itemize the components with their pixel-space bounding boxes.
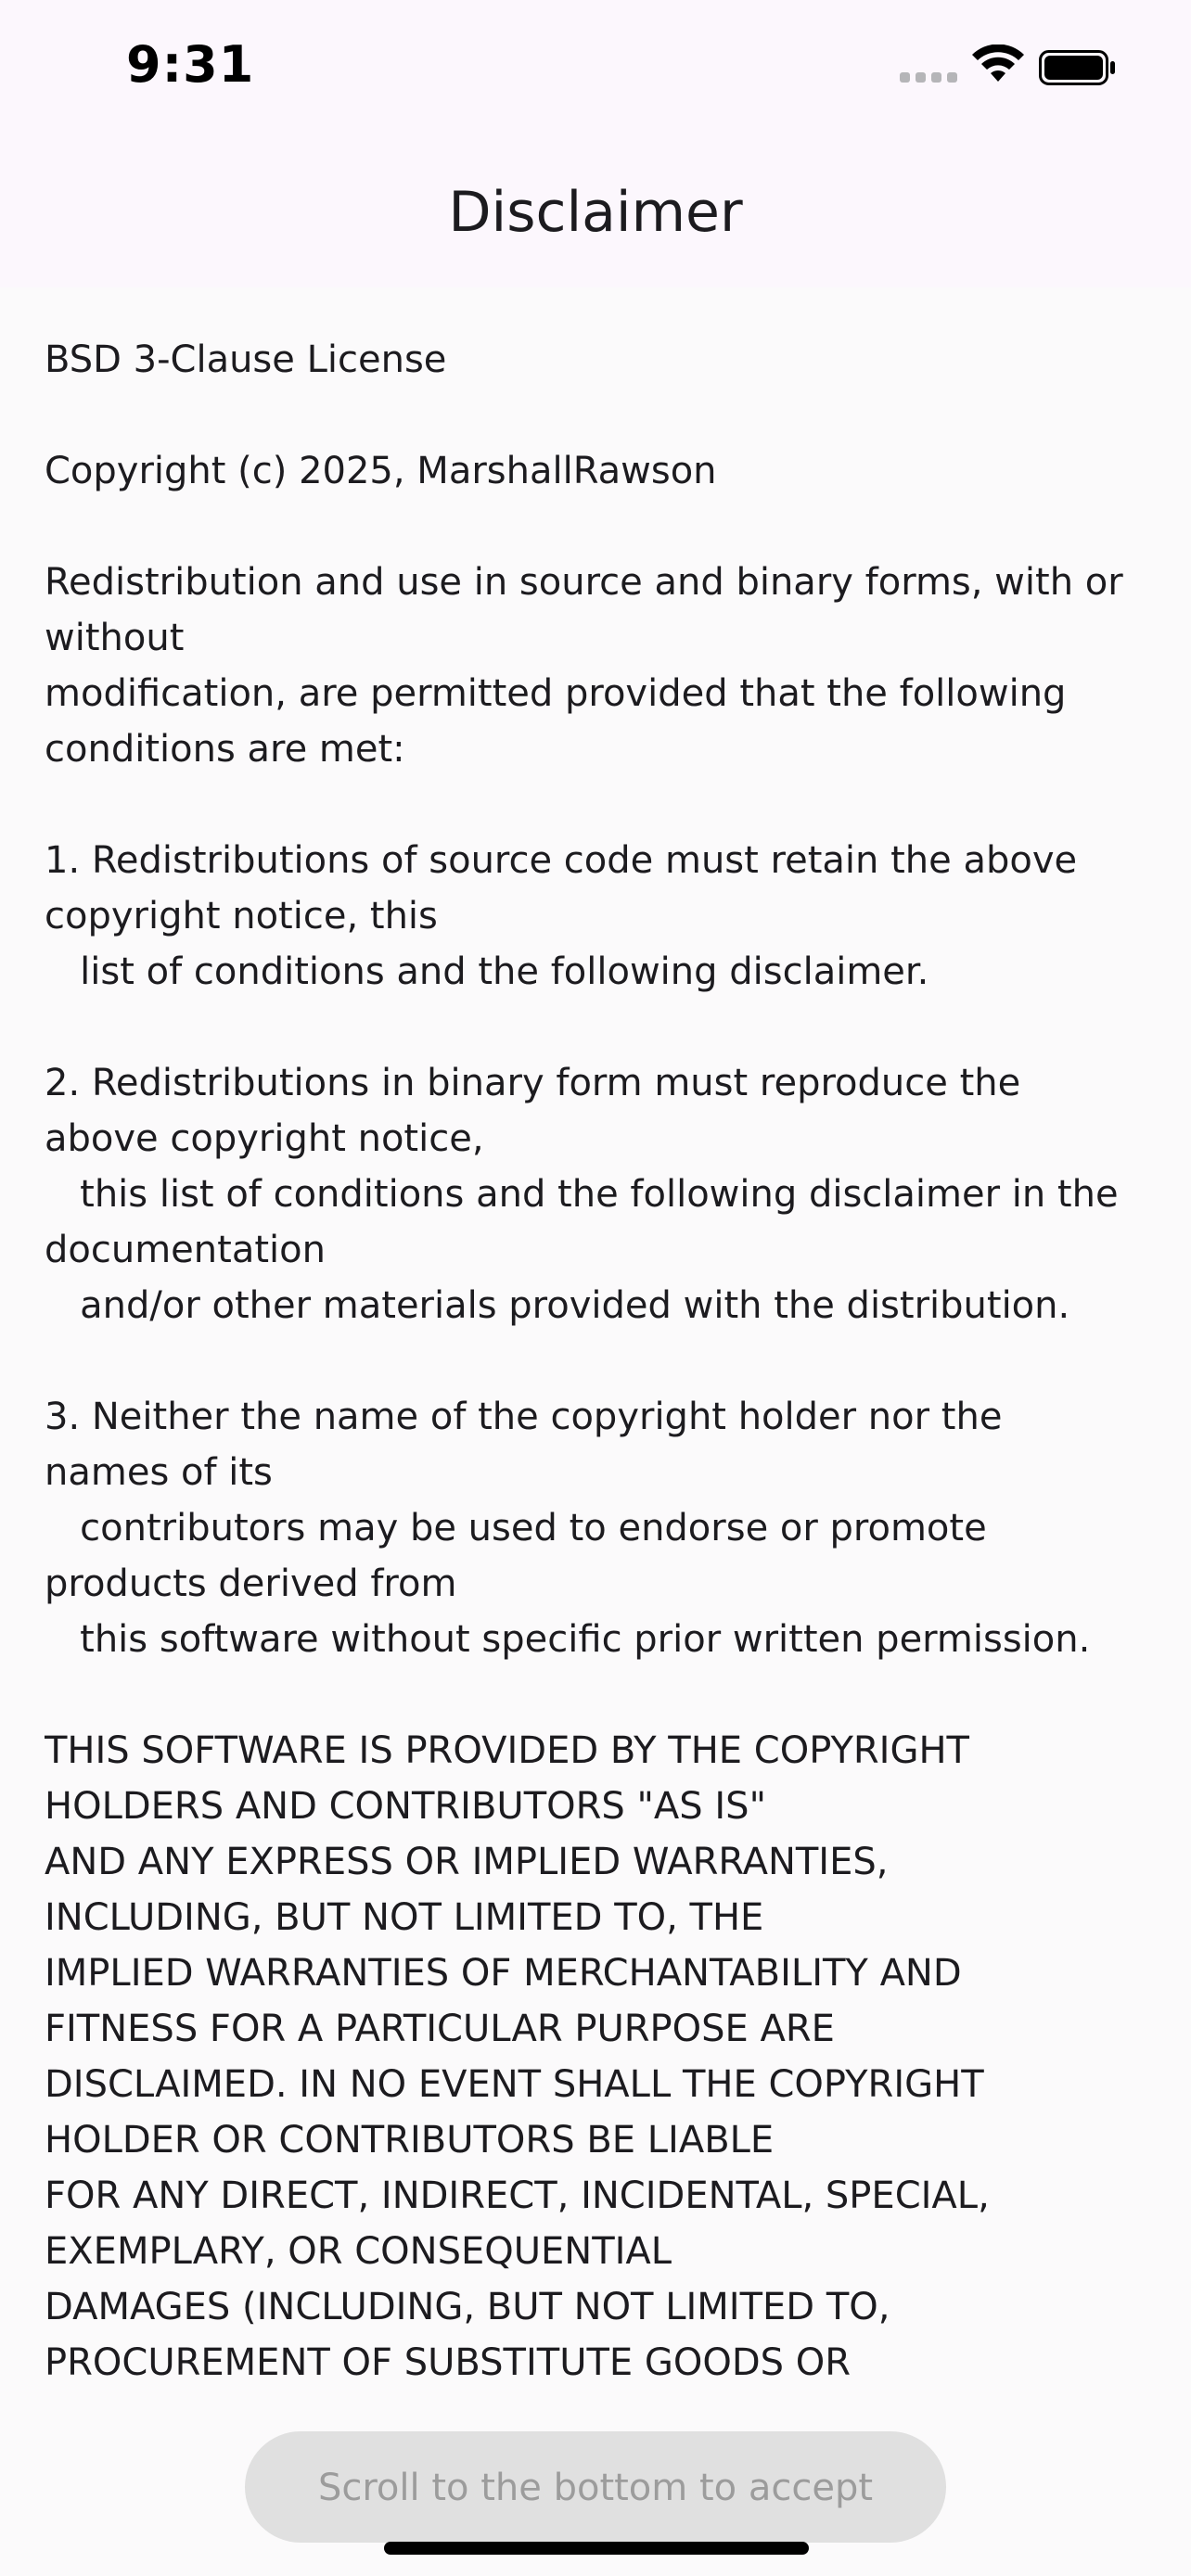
accept-button[interactable]: Scroll to the bottom to accept [245,2431,946,2543]
status-time: 9:31 [126,35,255,94]
license-scroll-area[interactable]: BSD 3-Clause License Copyright (c) 2025,… [45,332,1158,2391]
home-indicator[interactable] [384,2542,809,2555]
license-text: BSD 3-Clause License Copyright (c) 2025,… [45,338,1123,2384]
cellular-signal-icon [900,72,957,83]
page-title: Disclaimer [448,180,743,245]
status-bar: 9:31 [0,0,1191,139]
app-bar: Disclaimer [0,139,1191,287]
battery-icon [1039,50,1115,85]
wifi-icon [972,45,1024,82]
